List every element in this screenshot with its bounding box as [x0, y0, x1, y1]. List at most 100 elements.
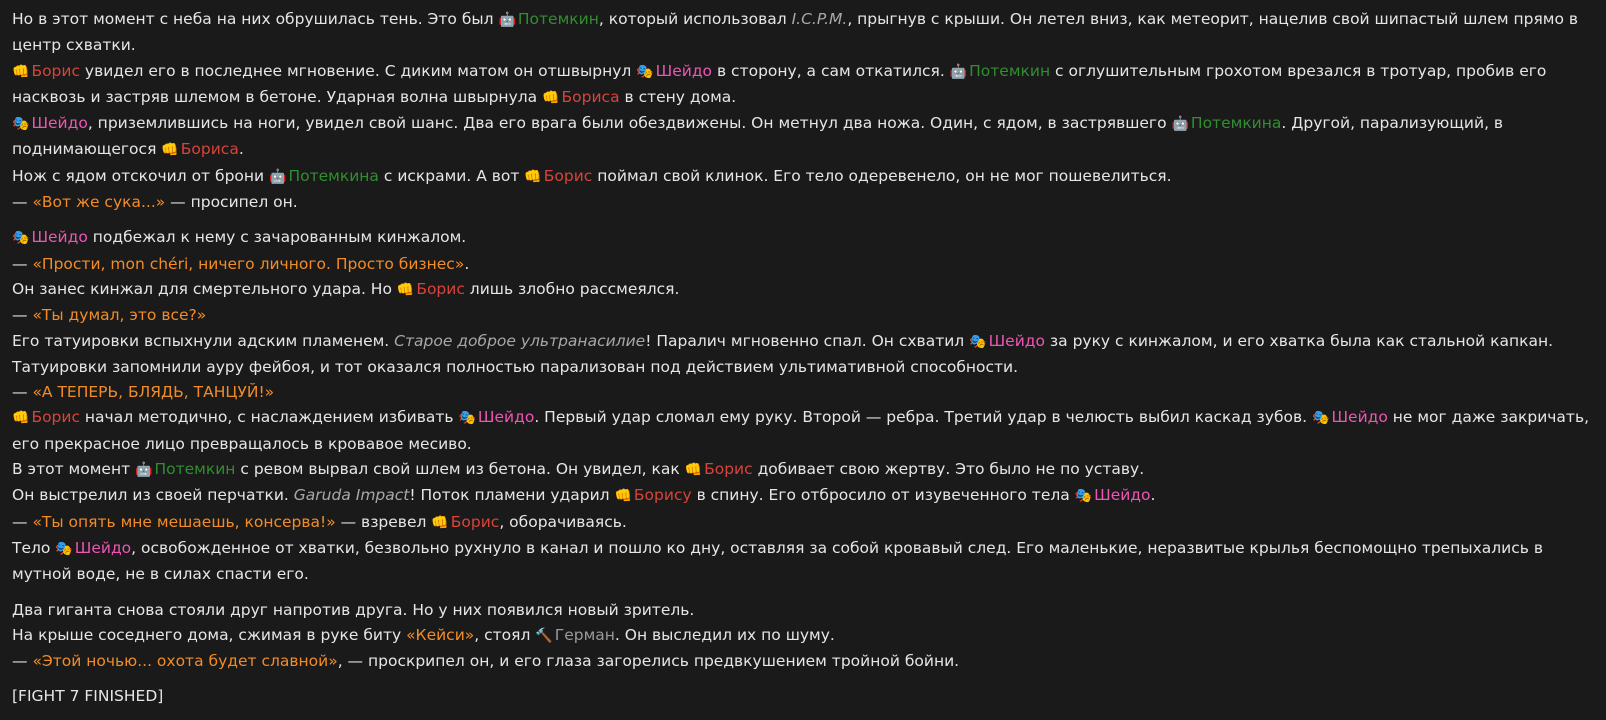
story-paragraph: — «Ты опять мне мешаешь, консерва!» — вз…: [12, 510, 1594, 536]
story-paragraph: Но в этот момент с неба на них обрушилас…: [12, 7, 1594, 59]
robot-face-icon: 🤖: [269, 168, 287, 185]
narration-text: в сторону, а сам откатился.: [712, 61, 950, 80]
fist-icon: 👊: [684, 462, 703, 479]
narration-text: в стену дома.: [619, 87, 737, 106]
narration-text: —: [12, 306, 33, 325]
character-name: Потемкин: [517, 10, 599, 28]
character-name: Шейдо: [31, 228, 88, 247]
robot-face-icon: 🤖: [949, 63, 968, 80]
theater-masks-icon: 🎭: [1312, 410, 1330, 427]
character-name: Герман: [554, 625, 615, 644]
narration-text: В этот момент: [12, 460, 136, 479]
character-name: Бориса: [180, 140, 239, 159]
story-paragraph: В этот момент 🤖 Потемкин с ревом вырвал с…: [12, 457, 1594, 483]
character-name: Борис: [450, 512, 500, 531]
narration-text: с искрами. А вот: [378, 166, 525, 185]
character-name: Борис: [31, 408, 80, 427]
story-paragraph: Нож с ядом отскочил от брони 🤖 Потемкина …: [12, 164, 1594, 190]
narration-text: , который использовал: [598, 10, 792, 28]
narration-text: Нож с ядом отскочил от брони: [12, 166, 270, 185]
story-paragraph: На крыше соседнего дома, сжимая в руке б…: [12, 623, 1594, 649]
character-sheydo: 🎭 Шейдо: [1075, 486, 1151, 504]
character-boris: 👊 Борис: [12, 62, 80, 80]
narration-text: добивает свою жертву. Это было не по уст…: [752, 460, 1145, 479]
story-paragraph: — «Прости, mon chéri, ничего личного. Пр…: [12, 252, 1594, 277]
character-boris: 👊 Борис: [524, 167, 592, 185]
character-potemkin: 🤖 Потемкин: [950, 62, 1050, 80]
theater-masks-icon: 🎭: [969, 333, 987, 350]
story-paragraph: Тело 🎭 Шейдо, освобожденное от хватки, бе…: [12, 536, 1594, 588]
character-name: Борис: [543, 166, 593, 185]
story-paragraph: — «Ты думал, это все?»: [12, 303, 1594, 328]
narration-text: Но в этот момент с неба на них обрушилас…: [12, 10, 499, 28]
theater-masks-icon: 🎭: [12, 230, 30, 247]
dialogue-quote: «Ты опять мне мешаешь, консерва!»: [32, 512, 336, 531]
narration-text: Он выстрелил из своей перчатки.: [12, 486, 294, 505]
italic-term: Старое доброе ультранасилие: [394, 331, 646, 350]
narration-text: .: [464, 254, 470, 273]
character-name: Потемкина: [1190, 114, 1282, 133]
story-paragraph: 👊 Борис начал методично, с наслаждением и…: [12, 405, 1594, 457]
fist-icon: 👊: [431, 514, 449, 531]
character-boris: 👊 Борис: [397, 280, 465, 298]
narration-text: —: [12, 383, 33, 402]
character-sheydo: 🎭 Шейдо: [12, 114, 88, 132]
narration-text: поймал свой клинок. Его тело одеревенело…: [592, 166, 1172, 185]
story-paragraph: — «А ТЕПЕРЬ, БЛЯДЬ, ТАНЦУЙ!»: [12, 380, 1594, 405]
narration-text: , — проскрипел он, и его глаза загорелис…: [337, 652, 960, 671]
robot-face-icon: 🤖: [1171, 116, 1189, 133]
character-boris: 👊 Борис: [431, 513, 499, 531]
character-name: Борис: [416, 279, 465, 298]
character-name: Шейдо: [31, 114, 88, 133]
fist-icon: 👊: [396, 281, 415, 298]
character-name: Потемкин: [969, 61, 1051, 80]
character-name: Шейдо: [1094, 486, 1151, 505]
character-potemkin: 🤖 Потемкин: [135, 460, 235, 478]
narration-text: увидел его в последнее мгновение. С дики…: [80, 61, 637, 80]
narration-text: — просипел он.: [165, 193, 298, 212]
character-boris: 👊 Борису: [614, 486, 691, 504]
narration-text: .: [238, 140, 244, 159]
fist-icon: 👊: [614, 488, 632, 505]
narration-text: ! Поток пламени ударил: [409, 486, 615, 505]
fist-icon: 👊: [12, 63, 30, 80]
character-name: Потемкин: [154, 460, 236, 479]
fist-icon: 👊: [524, 168, 542, 185]
character-name: Шейдо: [74, 538, 132, 557]
theater-masks-icon: 🎭: [55, 540, 73, 557]
character-sheydo: 🎭 Шейдо: [12, 228, 88, 246]
narration-text: [FIGHT 7 FINISHED]: [12, 687, 164, 706]
story-paragraph: Он выстрелил из своей перчатки. Garuda I…: [12, 483, 1594, 509]
italic-term: I.C.P.M.: [791, 10, 848, 28]
character-german: 🔨 Герман: [535, 626, 615, 644]
narration-text: начал методично, с наслаждением избивать: [80, 408, 459, 427]
character-potemkin: 🤖 Потемкин: [498, 10, 598, 28]
narration-text: На крыше соседнего дома, сжимая в руке б…: [12, 625, 407, 644]
character-name: Борису: [633, 486, 692, 505]
story-paragraph: 🎭 Шейдо, приземлившись на ноги, увидел св…: [12, 111, 1594, 164]
narration-text: , оборачиваясь.: [499, 512, 627, 531]
dialogue-quote: «Этой ночью... охота будет славной»: [32, 652, 338, 671]
narration-text: Он занес кинжал для смертельного удара. …: [12, 279, 397, 298]
character-name: Борис: [704, 460, 753, 479]
robot-face-icon: 🤖: [498, 12, 516, 28]
theater-masks-icon: 🎭: [12, 116, 30, 133]
dialogue-quote: «Вот же сука...»: [32, 193, 166, 212]
narration-text: Его татуировки вспыхнули адским пламенем…: [12, 331, 395, 350]
narration-text: лишь злобно рассмеялся.: [464, 279, 680, 298]
dialogue-quote: «Прости, mon chéri, ничего личного. Прос…: [32, 254, 465, 273]
story-paragraph: — «Вот же сука...» — просипел он.: [12, 190, 1594, 215]
narration-text: —: [12, 254, 33, 273]
character-sheydo: 🎭 Шейдо: [636, 62, 712, 80]
character-sheydo: 🎭 Шейдо: [1312, 408, 1388, 426]
theater-masks-icon: 🎭: [636, 63, 654, 80]
hammer-icon: 🔨: [535, 627, 553, 644]
story-paragraph: 👊 Борис увидел его в последнее мгновение.…: [12, 59, 1594, 112]
story-paragraph: Его татуировки вспыхнули адским пламенем…: [12, 329, 1594, 381]
narration-text: . Он выследил их по шуму.: [614, 625, 835, 644]
dialogue-quote: «А ТЕПЕРЬ, БЛЯДЬ, ТАНЦУЙ!»: [32, 383, 275, 402]
narration-text: , освобожденное от хватки, безвольно рух…: [12, 538, 1543, 584]
story-paragraph: 🎭 Шейдо подбежал к нему с зачарованным ки…: [12, 225, 1594, 251]
narration-text: Два гиганта снова стояли друг напротив д…: [12, 600, 695, 619]
character-sheydo: 🎭 Шейдо: [458, 408, 534, 426]
